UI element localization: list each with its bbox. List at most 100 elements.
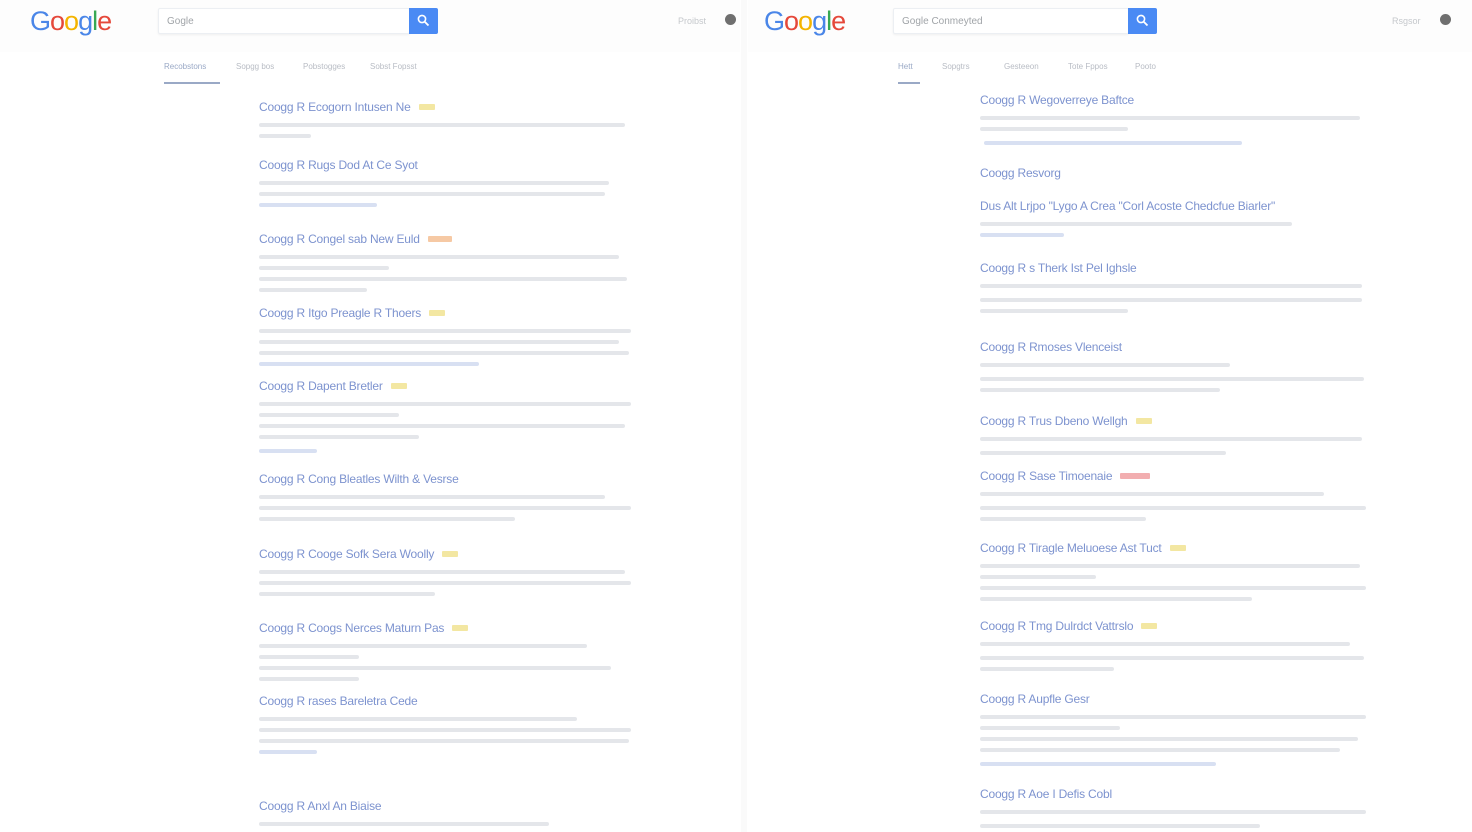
search-icon	[1136, 14, 1149, 27]
logo-letter: g	[78, 6, 93, 36]
left-results-page: Google Proibst Recobstons Sopgg bos Pobs…	[0, 0, 740, 832]
result-title-link[interactable]: Coogg R Trus Dbeno Wellgh	[980, 414, 1128, 429]
result-snippet	[259, 329, 631, 333]
right-avatar[interactable]	[1440, 14, 1451, 25]
result-title-link[interactable]: Dus Alt Lrjpo "Lygo A Crea "Corl Acoste …	[980, 199, 1275, 214]
result-title-link[interactable]: Coogg R Wegoverreye Baftce	[980, 93, 1134, 108]
result-title-link[interactable]: Coogg R Rmoses Vlenceist	[980, 340, 1122, 355]
result-badge	[1135, 417, 1152, 424]
search-result: Coogg R Ecogorn Intusen Ne	[259, 98, 639, 138]
result-title-link[interactable]: Coogg R Sase Timoenaie	[980, 469, 1113, 484]
search-result: Coogg R Tmg Dulrdct Vattrslo	[980, 617, 1370, 671]
result-snippet	[259, 192, 605, 196]
search-result: Coogg R rases Bareletra Cede	[259, 692, 639, 754]
result-title-link[interactable]: Coogg R Congel sab New Euld	[259, 232, 420, 247]
result-snippet	[259, 570, 625, 574]
left-tabs: Recobstons Sopgg bos Pobstogges Sobst Fo…	[158, 60, 498, 84]
result-title-link[interactable]: Coogg R Cong Bleatles Wilth & Vesrse	[259, 472, 459, 487]
result-snippet	[980, 127, 1128, 131]
right-user-link[interactable]: Rsgsor	[1392, 16, 1421, 26]
result-title-link[interactable]: Coogg Resvorg	[980, 166, 1061, 181]
result-badge	[418, 103, 435, 110]
tab-sopgg-bos[interactable]: Sopgg bos	[236, 60, 274, 84]
result-snippet	[259, 435, 419, 439]
result-snippet	[259, 495, 605, 499]
result-snippet	[980, 824, 1260, 828]
right-search-button[interactable]	[1128, 8, 1157, 34]
result-url[interactable]	[259, 449, 317, 453]
result-title-link[interactable]: Coogg R Ecogorn Intusen Ne	[259, 100, 411, 115]
tab-recobstons[interactable]: Recobstons	[164, 60, 220, 84]
result-title-link[interactable]: Coogg R Cooge Sofk Sera Woolly	[259, 547, 434, 562]
result-title-link[interactable]: Coogg R Tmg Dulrdct Vattrslo	[980, 619, 1134, 634]
left-avatar[interactable]	[725, 14, 736, 25]
tab-tote-fppos[interactable]: Tote Fppos	[1068, 60, 1108, 84]
result-snippet	[259, 581, 631, 585]
result-snippet	[259, 655, 359, 659]
tab-hett[interactable]: Hett	[898, 60, 920, 84]
result-title-link[interactable]: Coogg R s Therk Ist Pel Ighsle	[980, 261, 1137, 276]
search-result: Coogg R Dapent Bretler	[259, 377, 639, 453]
result-snippet	[259, 506, 631, 510]
right-header: Google Rsgsor	[748, 0, 1472, 52]
result-url[interactable]	[259, 362, 479, 366]
result-title-link[interactable]: Coogg R Aupfle Gesr	[980, 692, 1090, 707]
result-snippet	[259, 255, 619, 259]
result-snippet	[980, 309, 1128, 313]
result-snippet	[980, 726, 1120, 730]
result-title-link[interactable]: Coogg R rases Bareletra Cede	[259, 694, 418, 709]
left-google-logo[interactable]: Google	[30, 4, 112, 38]
result-title-link[interactable]: Coogg R Itgo Preagle R Thoers	[259, 306, 421, 321]
search-result: Coogg R Itgo Preagle R Thoers	[259, 304, 639, 366]
left-user-link[interactable]: Proibst	[678, 16, 706, 26]
logo-letter: o	[50, 6, 65, 36]
result-snippet	[980, 597, 1252, 601]
result-badge	[427, 235, 452, 242]
result-sitelink[interactable]	[980, 762, 1216, 766]
result-snippet	[259, 277, 627, 281]
result-sitelink[interactable]	[984, 141, 1242, 145]
logo-letter: e	[97, 6, 112, 36]
result-snippet	[259, 424, 625, 428]
result-snippet	[259, 517, 515, 521]
left-search-input[interactable]	[159, 9, 409, 33]
right-search-input[interactable]	[894, 9, 1128, 33]
result-snippet	[980, 506, 1366, 510]
tab-gesteeon[interactable]: Gesteeon	[1004, 60, 1039, 84]
result-url[interactable]	[259, 203, 377, 207]
result-title-link[interactable]: Coogg R Aoe I Defis Cobl	[980, 787, 1112, 802]
result-snippet	[980, 656, 1364, 660]
result-url[interactable]	[259, 750, 317, 754]
search-result: Coogg R Rmoses Vlenceist	[980, 338, 1370, 392]
search-result: Coogg R Cong Bleatles Wilth & Vesrse	[259, 470, 639, 521]
result-url[interactable]	[980, 233, 1064, 237]
result-snippet	[259, 351, 629, 355]
tab-sobst-fopsst[interactable]: Sobst Fopsst	[370, 60, 417, 84]
logo-letter: o	[64, 6, 79, 36]
result-title-link[interactable]: Coogg R Coogs Nerces Maturn Pas	[259, 621, 444, 636]
result-snippet	[259, 413, 399, 417]
result-snippet	[980, 451, 1226, 455]
tab-sopgtrs[interactable]: Sopgtrs	[942, 60, 970, 84]
result-title-link[interactable]: Coogg R Tiragle Meluoese Ast Tuct	[980, 541, 1162, 556]
tab-pooto[interactable]: Pooto	[1135, 60, 1156, 84]
result-snippet	[980, 517, 1146, 521]
result-title-link[interactable]: Coogg R Anxl An Biaise	[259, 799, 382, 814]
result-title-link[interactable]: Coogg R Rugs Dod At Ce Syot	[259, 158, 418, 173]
search-result: Coogg R Rugs Dod At Ce Syot	[259, 156, 639, 207]
result-snippet	[980, 298, 1362, 302]
logo-letter: e	[831, 6, 846, 36]
search-result: Coogg R Cooge Sofk Sera Woolly	[259, 545, 639, 596]
tab-pobstogges[interactable]: Pobstogges	[303, 60, 345, 84]
left-search-button[interactable]	[409, 8, 438, 34]
result-snippet	[259, 123, 625, 127]
result-snippet	[259, 402, 631, 406]
search-result: Coogg R Anxl An Biaise	[259, 797, 639, 832]
result-snippet	[980, 437, 1362, 441]
result-badge	[390, 382, 407, 389]
search-result: Coogg R Wegoverreye Baftce	[980, 91, 1370, 145]
search-result: Dus Alt Lrjpo "Lygo A Crea "Corl Acoste …	[980, 197, 1370, 237]
right-google-logo[interactable]: Google	[764, 4, 846, 38]
result-snippet	[980, 116, 1360, 120]
result-title-link[interactable]: Coogg R Dapent Bretler	[259, 379, 383, 394]
